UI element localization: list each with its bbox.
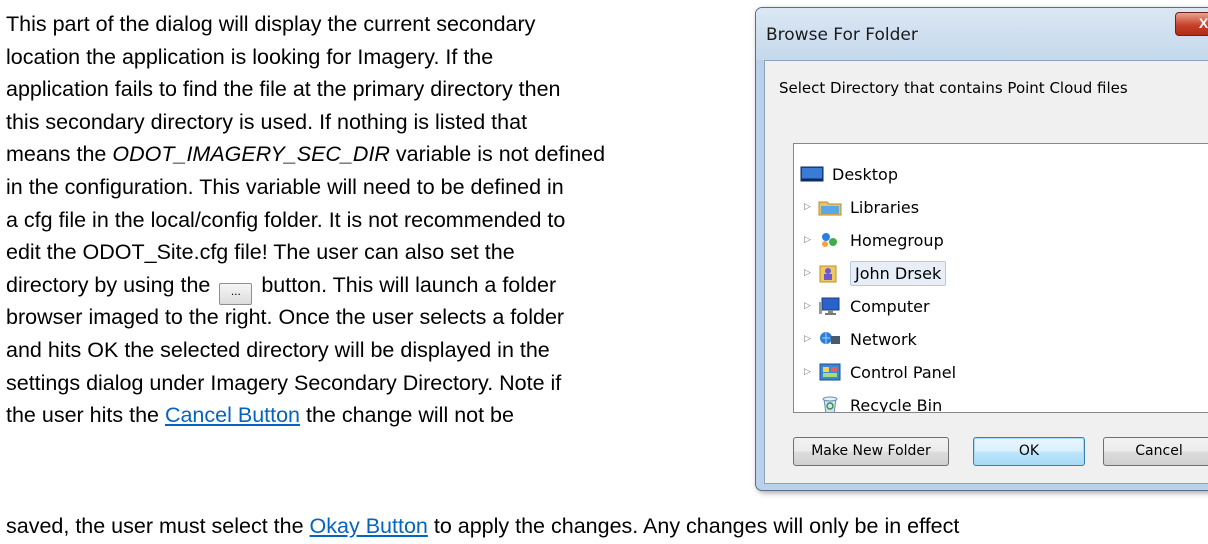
control-panel-icon xyxy=(818,362,842,382)
make-new-folder-button[interactable]: Make New Folder xyxy=(793,437,949,466)
body-text: directory by using the xyxy=(6,272,217,297)
variable-name: ODOT_IMAGERY_SEC_DIR xyxy=(112,142,390,167)
body-text: to apply the changes. Any changes will o… xyxy=(427,514,960,538)
body-line: settings dialog under Imagery Secondary … xyxy=(6,370,562,395)
body-line: This part of the dialog will display the… xyxy=(6,12,536,36)
body-line: directory by using the ... button. This … xyxy=(6,269,746,305)
body-line-last: saved, the user must select the Okay But… xyxy=(6,514,959,539)
body-line: location the application is looking for … xyxy=(6,44,494,69)
body-line: the user hits the Cancel Button the chan… xyxy=(6,399,746,432)
body-text: the change will not be xyxy=(300,403,514,428)
browse-folder-dialog: Browse For Folder X Select Directory tha… xyxy=(755,7,1208,491)
body-line: this secondary directory is used. If not… xyxy=(6,109,528,134)
tree-item-control-panel[interactable]: ▷ Control Panel xyxy=(804,356,956,388)
body-text: the user hits the xyxy=(6,403,165,428)
recycle-bin-icon xyxy=(818,395,842,412)
body-text: saved, the user must select the xyxy=(6,514,310,538)
dialog-client-area: Select Directory that contains Point Clo… xyxy=(764,60,1208,484)
body-line: edit the ODOT_Site.cfg file! The user ca… xyxy=(6,240,515,265)
expand-arrow-icon[interactable]: ▷ xyxy=(804,236,812,245)
dialog-title: Browse For Folder xyxy=(766,25,918,45)
tree-item-homegroup[interactable]: ▷ Homegroup xyxy=(804,224,944,256)
tree-item-desktop[interactable]: Desktop xyxy=(800,158,898,190)
expand-arrow-icon[interactable]: ▷ xyxy=(804,269,812,278)
body-line: and hits OK the selected directory will … xyxy=(6,337,550,362)
expand-arrow-icon[interactable]: ▷ xyxy=(804,368,812,377)
body-text: variable is not defined xyxy=(389,142,606,167)
tree-item-label: Homegroup xyxy=(850,230,944,250)
tree-item-john-drsek[interactable]: ▷ John Drsek xyxy=(804,257,947,289)
cancel-button-link[interactable]: Cancel Button xyxy=(165,403,300,427)
close-button[interactable]: X xyxy=(1175,12,1208,36)
body-line: a cfg file in the local/config folder. I… xyxy=(6,207,566,232)
folder-tree[interactable]: Desktop ▷ Libraries ▷ Homegroup ▷ John D… xyxy=(793,143,1208,413)
tree-item-label: Desktop xyxy=(832,164,898,184)
dialog-instruction: Select Directory that contains Point Clo… xyxy=(779,79,1128,97)
tree-item-label: Libraries xyxy=(850,197,920,217)
dialog-titlebar: Browse For Folder X xyxy=(756,8,1208,60)
tree-item-network[interactable]: ▷ Network xyxy=(804,323,917,355)
cancel-button[interactable]: Cancel xyxy=(1103,437,1208,466)
body-text: means the xyxy=(6,142,113,167)
document-body: This part of the dialog will display the… xyxy=(6,8,746,432)
tree-item-label: Computer xyxy=(850,296,930,316)
body-line: browser imaged to the right. Once the us… xyxy=(6,305,565,330)
network-icon xyxy=(818,329,842,349)
expand-arrow-icon[interactable]: ▷ xyxy=(804,335,812,344)
tree-item-recycle-bin[interactable]: Recycle Bin xyxy=(818,389,943,413)
libraries-icon xyxy=(818,197,842,217)
body-line: means the ODOT_IMAGERY_SEC_DIR variable … xyxy=(6,138,746,171)
body-line: application fails to find the file at th… xyxy=(6,77,561,102)
homegroup-icon xyxy=(818,230,842,250)
expand-arrow-icon[interactable]: ▷ xyxy=(804,203,812,212)
tree-item-label: Network xyxy=(850,329,917,349)
body-line: in the configuration. This variable will… xyxy=(6,174,564,199)
desktop-icon xyxy=(800,164,824,184)
computer-icon xyxy=(818,296,842,316)
body-text: button. This will launch a folder xyxy=(255,272,557,297)
expand-arrow-icon[interactable]: ▷ xyxy=(804,302,812,311)
okay-button-link[interactable]: Okay Button xyxy=(310,514,428,538)
tree-item-label: John Drsek xyxy=(850,260,947,286)
tree-item-computer[interactable]: ▷ Computer xyxy=(804,290,930,322)
ok-button[interactable]: OK xyxy=(973,437,1085,466)
tree-item-label: Control Panel xyxy=(850,362,957,382)
user-folder-icon xyxy=(818,263,842,283)
tree-item-libraries[interactable]: ▷ Libraries xyxy=(804,191,919,223)
tree-item-label: Recycle Bin xyxy=(850,395,943,413)
